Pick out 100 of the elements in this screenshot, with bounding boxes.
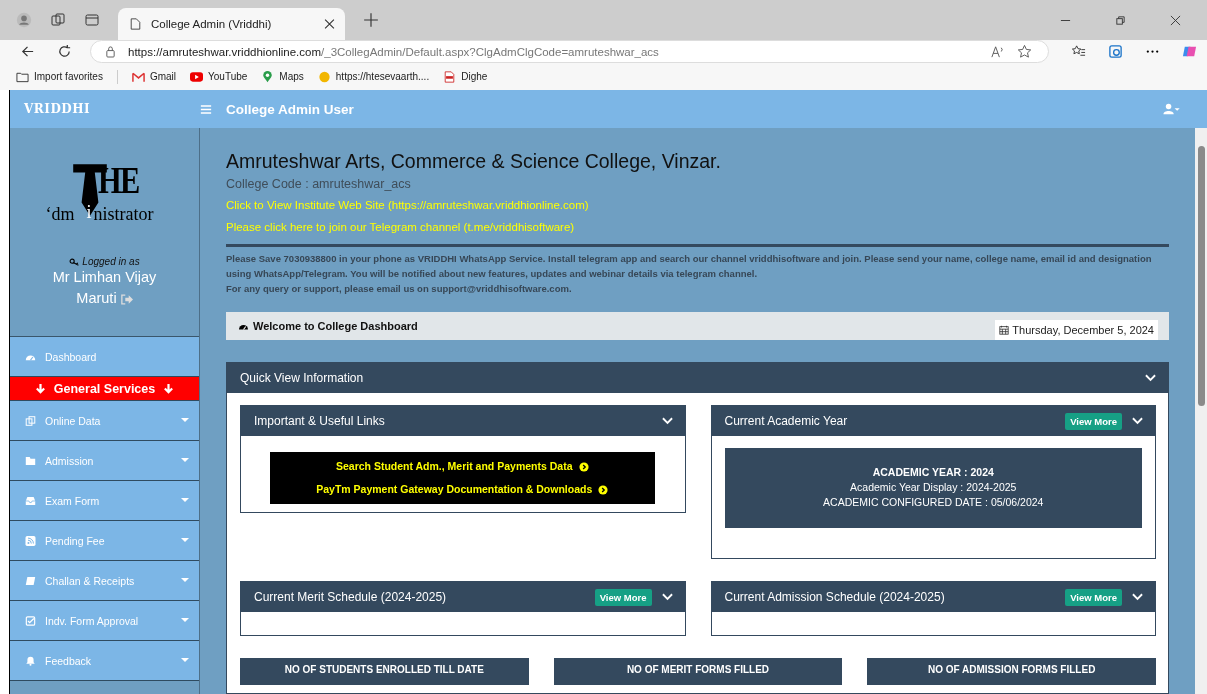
- close-icon[interactable]: [324, 18, 335, 30]
- caret-icon: [181, 418, 189, 423]
- emblem-icon: [317, 70, 331, 83]
- sidebar-item-label: Feedback: [45, 654, 93, 667]
- key-icon: [69, 257, 81, 266]
- tab-actions-icon[interactable]: [84, 12, 100, 28]
- star-icon[interactable]: [1017, 44, 1032, 59]
- pin-icon: [261, 70, 275, 83]
- sidebar-item-label: Pending Fee: [45, 534, 106, 547]
- caret-icon: [181, 458, 189, 463]
- bookmark-link[interactable]: Dighe: [443, 70, 488, 83]
- sidebar-item[interactable]: Feedback: [10, 641, 199, 681]
- section-title: General Services: [53, 381, 156, 396]
- view-more-button[interactable]: View More: [594, 588, 652, 606]
- panel-title: Quick View Information: [240, 371, 364, 385]
- sidebar-item-label: Admission: [45, 454, 95, 467]
- sidebar-item[interactable]: Challan & Receipts: [10, 561, 199, 601]
- caret-icon: [181, 538, 189, 543]
- card-title: Important & Useful Links: [254, 414, 385, 428]
- tab-title: College Admin (Vriddhi): [151, 18, 273, 30]
- welcome-title: Welcome to College Dashboard: [253, 320, 418, 332]
- administrator-logo: HE ‘dm inistrator: [49, 158, 155, 226]
- calendar-icon: [999, 325, 1010, 335]
- checkbox-icon: [25, 615, 36, 626]
- chevron-down-icon[interactable]: [1132, 417, 1143, 425]
- sidebar-item[interactable]: Pending Fee: [10, 521, 199, 561]
- academic-year-line: Academic Year Display : 2024-2025: [849, 480, 1018, 495]
- sidebar-item[interactable]: Online Data: [10, 401, 199, 441]
- bookmark-link[interactable]: https://htesevaarth....: [317, 70, 430, 83]
- caret-icon: [181, 618, 189, 623]
- card-title: Current Academic Year: [724, 414, 848, 428]
- sidebar-item[interactable]: Exam Form: [10, 481, 199, 521]
- user-name: Mr Limhan Vijay Maruti: [51, 268, 158, 308]
- folder-icon: [16, 70, 29, 83]
- chevron-down-icon[interactable]: [1145, 374, 1156, 382]
- copilot-icon[interactable]: [1182, 44, 1197, 59]
- chevron-down-icon[interactable]: [661, 593, 673, 601]
- import-favorites-link[interactable]: Import favorites: [16, 70, 103, 83]
- page-icon: [130, 18, 141, 30]
- browser-essentials-icon[interactable]: [1108, 44, 1123, 59]
- profile-icon[interactable]: [16, 12, 32, 28]
- restore-icon[interactable]: [1115, 14, 1126, 26]
- caret-icon: [181, 578, 189, 583]
- lock-icon: [105, 45, 116, 58]
- workspaces-icon[interactable]: [50, 12, 66, 28]
- play-icon: [190, 70, 204, 83]
- close-icon[interactable]: [1170, 14, 1181, 26]
- sidebar-item-label: Online Data: [45, 414, 102, 427]
- sidebar-item[interactable]: Indv. Form Approval: [10, 601, 199, 641]
- logged-in-label: Logged in as: [82, 256, 140, 267]
- url-text: https://amruteshwar.vriddhionline.com/_3CollegAdmin/Default.aspx?ClgAdmClgCode=amruteshwar_acs: [128, 45, 659, 58]
- rss-icon: [25, 535, 36, 546]
- stat-title: NO OF MERIT FORMS FILLED: [626, 664, 770, 675]
- arrow-down-icon: [163, 383, 175, 394]
- info-link[interactable]: Please click here to join our Telegram channel (t.me/vriddhisoftware): [226, 221, 575, 233]
- favorites-icon[interactable]: [1071, 44, 1086, 59]
- arrow-circle-icon: [598, 484, 609, 495]
- college-name: Amruteshwar Arts, Commerce & Science College, Vinzar.: [226, 149, 722, 174]
- bell-icon: [25, 655, 36, 666]
- chevron-down-icon[interactable]: [661, 417, 673, 425]
- sidebar-item-label: Exam Form: [45, 494, 101, 507]
- arrow-down-icon: [34, 383, 46, 394]
- notice-text: Please Save 7030938800 in your phone as VRIDDHI WhatsApp Service. Install telegram app and search our channel vriddhisoftware and join. Please send your name, college name, email id and designation using WhatsApp/Telegram. You will be notified about new features, updates and webinar details via telegram channel.: [226, 252, 1153, 281]
- quick-link[interactable]: Search Student Adm., Merit and Payments Data: [336, 455, 589, 478]
- read-aloud-icon[interactable]: [990, 44, 1005, 59]
- caret-icon: [181, 658, 189, 663]
- view-more-button[interactable]: View More: [1065, 412, 1122, 430]
- sidebar-item-label: Challan & Receipts: [45, 574, 136, 587]
- new-tab-icon[interactable]: [363, 12, 379, 28]
- browser-tab[interactable]: College Admin (Vriddhi): [118, 8, 345, 40]
- brand-logo[interactable]: VRIDDHI: [10, 102, 200, 116]
- sidebar-item[interactable]: Admission: [10, 441, 199, 481]
- arrow-circle-icon: [578, 461, 589, 472]
- bookmark-link[interactable]: Maps: [261, 70, 304, 83]
- card-title: Current Admission Schedule (2024-2025): [724, 590, 945, 604]
- tray-icon: [25, 495, 36, 506]
- info-link[interactable]: Click to View Institute Web Site (https://amruteshwar.vriddhionline.com): [226, 199, 589, 211]
- pdf-icon: [443, 70, 457, 83]
- view-more-button[interactable]: View More: [1065, 588, 1122, 606]
- academic-year-line: ACADEMIC CONFIGURED DATE : 05/06/2024: [822, 495, 1045, 510]
- quick-link[interactable]: PayTm Payment Gateway Documentation & Downloads: [316, 478, 609, 501]
- address-field[interactable]: https://amruteshwar.vriddhionline.com/_3CollegAdmin/Default.aspx?ClgAdmClgCode=amruteshwar_acs: [90, 40, 1049, 63]
- header-title: College Admin User: [226, 101, 354, 117]
- sidebar-item-label: Dashboard: [45, 350, 98, 363]
- chevron-down-icon[interactable]: [1132, 593, 1143, 601]
- copy-icon: [25, 415, 36, 426]
- scrollbar[interactable]: [1195, 128, 1207, 694]
- college-code: College Code : amruteshwar_acs: [226, 176, 412, 193]
- sidebar-item[interactable]: Dashboard: [10, 337, 199, 377]
- sidebar-item-label: Indv. Form Approval: [45, 614, 140, 627]
- date-text: Thursday, December 5, 2024: [1012, 324, 1154, 336]
- bookmark-link[interactable]: Gmail: [131, 70, 177, 83]
- stat-title: NO OF STUDENTS ENROLLED TILL DATE: [284, 664, 484, 675]
- back-icon[interactable]: [20, 44, 35, 59]
- caret-icon: [181, 498, 189, 503]
- refresh-icon[interactable]: [57, 44, 72, 59]
- bookmark-link[interactable]: YouTube: [190, 70, 248, 83]
- folder-icon: [25, 455, 36, 466]
- notice-text: For any query or support, please email us on support@vriddhisoftware.com.: [226, 282, 573, 296]
- stat-title: NO OF ADMISSION FORMS FILLED: [927, 664, 1096, 675]
